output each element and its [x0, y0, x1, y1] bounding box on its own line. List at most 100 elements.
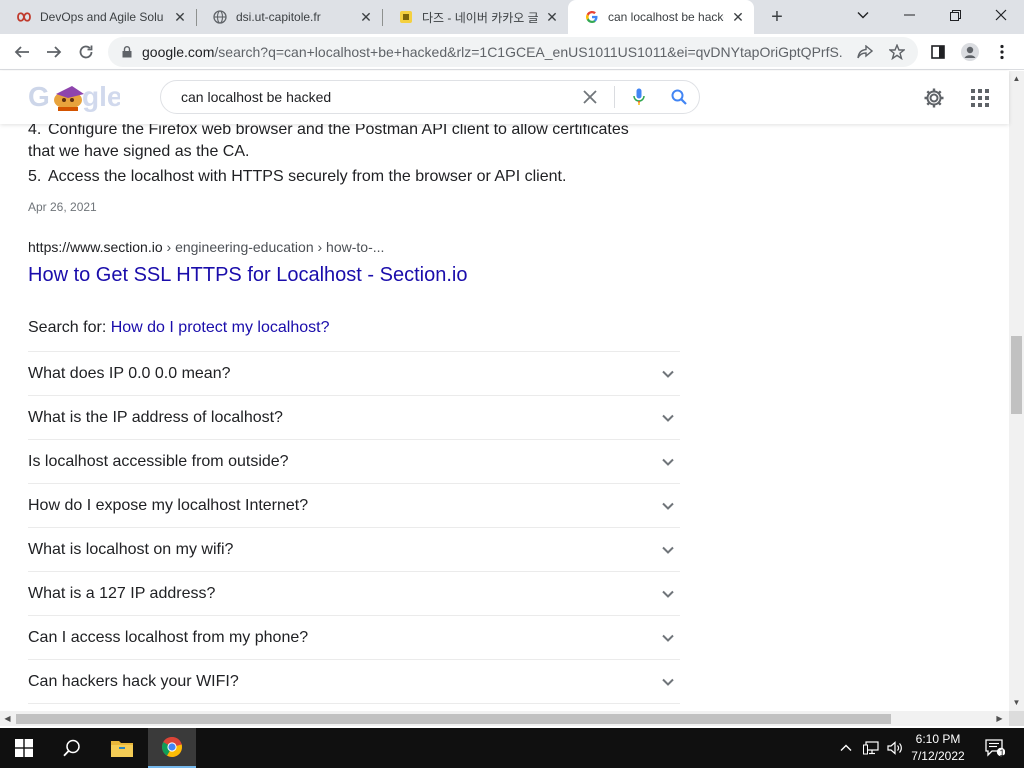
clock-time: 6:10 PM: [915, 732, 961, 746]
paa-question: [28, 703, 680, 711]
url-path: /search?q=can+localhost+be+hacked&rlz=1C…: [214, 44, 842, 60]
google-search-box[interactable]: can localhost be hacked: [160, 80, 700, 114]
search-query-input[interactable]: can localhost be hacked: [181, 89, 570, 105]
windows-taskbar: 6:10 PM 7/12/2022 1: [0, 728, 1024, 768]
chrome-taskbar-icon[interactable]: [148, 728, 196, 768]
paa-question-text: Can hackers hack your WIFI?: [28, 672, 239, 690]
show-hidden-icons-chevron-icon[interactable]: [836, 728, 856, 768]
chevron-down-icon[interactable]: [656, 450, 680, 474]
paa-question[interactable]: Can hackers hack your WIFI?: [28, 659, 680, 703]
paa-question[interactable]: What is a 127 IP address?: [28, 571, 680, 615]
paa-question-text: What is the IP address of localhost?: [28, 408, 283, 426]
network-icon[interactable]: [860, 728, 882, 768]
close-tab-icon[interactable]: ✕: [544, 9, 560, 25]
tab-dsi[interactable]: dsi.ut-capitole.fr ✕: [196, 0, 382, 34]
vertical-scrollbar[interactable]: ▲ ▼: [1009, 71, 1024, 711]
search-for-suggestion: Search for: How do I protect my localhos…: [28, 319, 329, 337]
result-cite[interactable]: https://www.section.io › engineering-edu…: [28, 239, 384, 255]
tab-devops[interactable]: DevOps and Agile Solu ✕: [0, 0, 196, 34]
back-button[interactable]: [8, 38, 36, 66]
tab-title: 다즈 - 네이버 카카오 글: [422, 10, 538, 25]
browser-menu-icon[interactable]: [988, 38, 1016, 66]
chevron-down-icon[interactable]: [656, 670, 680, 694]
snippet-date: Apr 26, 2021: [28, 200, 97, 214]
result-title-link[interactable]: How to Get SSL HTTPS for Localhost - Sec…: [28, 264, 467, 287]
forward-button[interactable]: [40, 38, 68, 66]
clock-date: 7/12/2022: [911, 749, 965, 763]
devops-favicon-icon: [16, 9, 32, 25]
chevron-down-icon[interactable]: [656, 582, 680, 606]
settings-gear-icon[interactable]: [920, 84, 948, 112]
paa-question[interactable]: What is the IP address of localhost?: [28, 395, 680, 439]
google-header: G gle can localhost be hacked: [0, 71, 1009, 124]
google-apps-grid-icon[interactable]: [966, 84, 994, 112]
clear-search-icon[interactable]: [570, 82, 610, 112]
side-panel-icon[interactable]: [924, 38, 952, 66]
lock-icon[interactable]: [120, 45, 134, 59]
chevron-down-icon[interactable]: [656, 494, 680, 518]
list-item: 4. Configure the Firefox web browser and …: [28, 124, 648, 163]
paa-question[interactable]: How do I expose my localhost Internet?: [28, 483, 680, 527]
tab-google-search[interactable]: can localhost be hacke ✕: [568, 0, 754, 34]
tab-title: dsi.ut-capitole.fr: [236, 10, 321, 24]
scroll-left-arrow-icon[interactable]: ◀: [0, 711, 15, 726]
list-item: 5. Access the localhost with HTTPS secure…: [28, 166, 648, 188]
paa-question[interactable]: What is localhost on my wifi?: [28, 527, 680, 571]
voice-search-mic-icon[interactable]: [619, 82, 659, 112]
new-tab-button[interactable]: +: [764, 5, 790, 29]
paa-question-text: What does IP 0.0 0.0 mean?: [28, 364, 231, 382]
tab-search-chevron-icon[interactable]: [840, 0, 886, 30]
minimize-button[interactable]: [886, 0, 932, 30]
search-icon[interactable]: [48, 728, 96, 768]
horizontal-scroll-thumb[interactable]: [16, 714, 891, 724]
address-bar[interactable]: google.com/search?q=can+localhost+be+hac…: [108, 37, 918, 67]
share-icon[interactable]: [854, 41, 876, 63]
profile-avatar-icon[interactable]: [956, 38, 984, 66]
tab-title: can localhost be hacke: [608, 10, 724, 24]
search-for-link[interactable]: How do I protect my localhost?: [111, 319, 330, 336]
list-item-number: 4.: [28, 124, 42, 138]
list-item-text: Configure the Firefox web browser and th…: [28, 124, 629, 160]
browser-toolbar: google.com/search?q=can+localhost+be+hac…: [0, 34, 1024, 70]
windows-start-icon[interactable]: [0, 728, 48, 768]
search-submit-icon[interactable]: [659, 82, 699, 112]
paa-question[interactable]: Is localhost accessible from outside?: [28, 439, 680, 483]
google-g-icon: [584, 9, 600, 25]
address-url: google.com/search?q=can+localhost+be+hac…: [142, 44, 842, 60]
scroll-down-arrow-icon[interactable]: ▼: [1009, 695, 1024, 709]
list-item-number: 5.: [28, 168, 42, 185]
paa-question-text: Is localhost accessible from outside?: [28, 452, 289, 470]
system-clock[interactable]: 6:10 PM 7/12/2022: [902, 731, 974, 765]
list-item-text: Access the localhost with HTTPS securely…: [48, 168, 567, 185]
close-tab-icon[interactable]: ✕: [172, 9, 188, 25]
cite-host: https://www.section.io: [28, 239, 163, 255]
google-doodle-logo[interactable]: G gle: [28, 80, 122, 114]
search-divider: [614, 86, 615, 108]
paa-question-text: What is a 127 IP address?: [28, 584, 216, 602]
scroll-right-arrow-icon[interactable]: ▶: [992, 711, 1007, 726]
vertical-scroll-thumb[interactable]: [1011, 336, 1022, 414]
paa-question[interactable]: Can I access localhost from my phone?: [28, 615, 680, 659]
horizontal-scrollbar[interactable]: ◀ ▶: [0, 711, 1009, 726]
reload-button[interactable]: [72, 38, 100, 66]
chevron-down-icon[interactable]: [656, 626, 680, 650]
paa-question[interactable]: What does IP 0.0 0.0 mean?: [28, 351, 680, 395]
svg-text:G: G: [28, 81, 50, 112]
close-tab-icon[interactable]: ✕: [358, 9, 374, 25]
restore-button[interactable]: [932, 0, 978, 30]
chevron-down-icon[interactable]: [656, 406, 680, 430]
bookmark-star-icon[interactable]: [886, 41, 908, 63]
chevron-down-icon[interactable]: [656, 362, 680, 386]
cite-path: › engineering-education › how-to-...: [162, 239, 385, 255]
file-explorer-icon[interactable]: [98, 728, 146, 768]
scroll-up-arrow-icon[interactable]: ▲: [1009, 71, 1024, 85]
naver-favicon-icon: [398, 9, 414, 25]
tab-naver[interactable]: 다즈 - 네이버 카카오 글 ✕: [382, 0, 568, 34]
tab-strip: DevOps and Agile Solu ✕ dsi.ut-capitole.…: [0, 0, 1024, 34]
notification-center-icon[interactable]: 1: [980, 728, 1010, 768]
close-window-button[interactable]: [978, 0, 1024, 30]
paa-question-text: How do I expose my localhost Internet?: [28, 496, 309, 514]
close-tab-icon[interactable]: ✕: [730, 9, 746, 25]
chevron-down-icon[interactable]: [656, 538, 680, 562]
notification-count: 1: [999, 748, 1005, 758]
